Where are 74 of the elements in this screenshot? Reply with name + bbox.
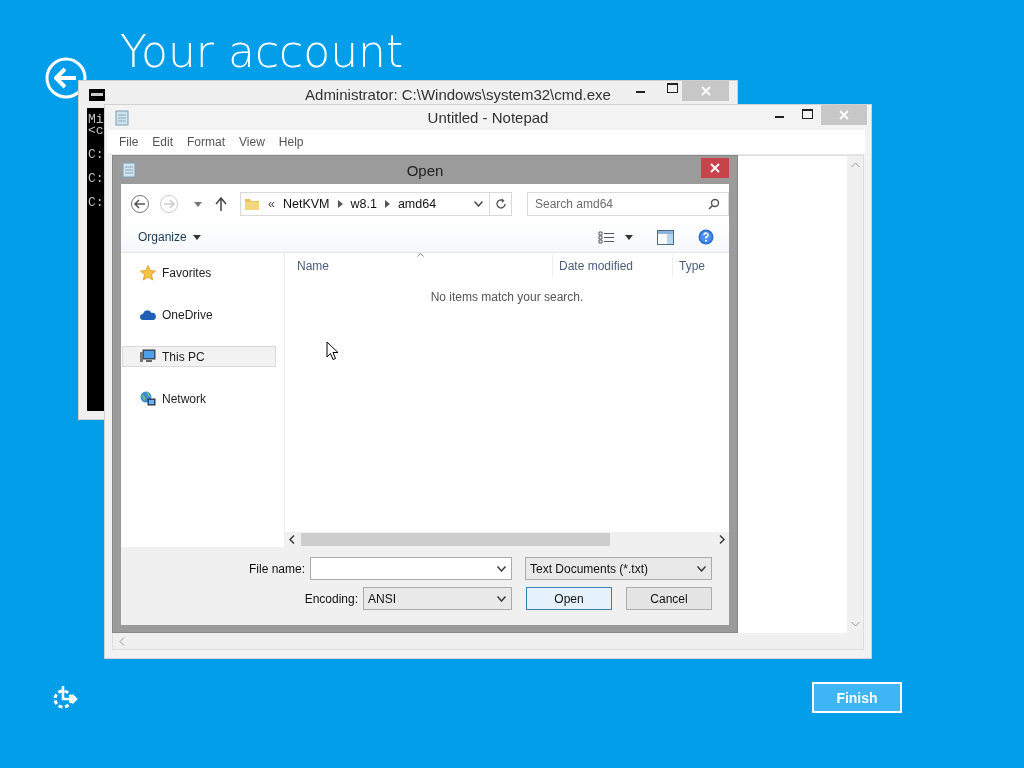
chevron-down-icon [497, 565, 506, 572]
search-icon [708, 198, 720, 210]
breadcrumb-item[interactable]: amd64 [397, 197, 437, 211]
chevron-down-icon [497, 595, 506, 602]
console-line: Mi [87, 114, 104, 125]
page-title: Your account [120, 30, 404, 74]
close-icon [700, 86, 711, 96]
console-line: C: [87, 197, 104, 208]
help-icon[interactable] [698, 229, 714, 245]
scroll-up-icon [850, 162, 860, 168]
file-type-dropdown[interactable]: Text Documents (*.txt) [525, 557, 712, 580]
console-line: C: [87, 149, 104, 160]
console-icon [89, 88, 105, 101]
notepad-icon [115, 109, 129, 126]
breadcrumb-item[interactable]: w8.1 [350, 197, 377, 211]
up-arrow-icon[interactable] [215, 197, 227, 211]
column-header[interactable]: Name [285, 254, 552, 278]
refresh-icon [494, 198, 507, 210]
nav-item[interactable]: Network [122, 388, 276, 409]
notepad-icon [122, 162, 136, 178]
scroll-down-icon [850, 621, 860, 627]
encoding-dropdown[interactable]: ANSI [363, 587, 512, 610]
computer-icon [140, 349, 156, 364]
back-icon[interactable] [130, 194, 150, 214]
chevron-down-icon [697, 565, 706, 572]
preview-pane-icon[interactable] [657, 229, 674, 245]
dialog-title: Open [406, 161, 444, 179]
breadcrumb-arrow-icon[interactable] [337, 200, 343, 208]
horizontal-scrollbar[interactable] [285, 532, 729, 547]
menu-item[interactable]: Edit [146, 135, 182, 149]
overflow-chevron[interactable]: « [268, 197, 275, 211]
breadcrumb-arrow-icon[interactable] [384, 200, 390, 208]
view-list-icon[interactable] [598, 230, 615, 244]
breadcrumb-item[interactable]: NetKVM [282, 197, 330, 211]
scroll-left-icon [119, 636, 125, 646]
nav-item[interactable]: Favorites [122, 262, 276, 283]
caret-icon [192, 234, 201, 240]
menu-item[interactable]: File [113, 135, 147, 149]
column-header[interactable]: Date modified [552, 254, 672, 278]
folder-icon [244, 196, 260, 212]
maximize-icon[interactable] [802, 109, 813, 119]
refresh-button[interactable] [490, 192, 512, 216]
maximize-icon[interactable] [667, 83, 678, 93]
scroll-left-icon [289, 535, 295, 544]
open-button[interactable]: Open [526, 587, 612, 610]
menu-item[interactable]: Format [181, 135, 234, 149]
scroll-right-icon [719, 535, 725, 544]
console-line: C: [87, 173, 104, 184]
close-icon [710, 163, 720, 173]
close-button[interactable] [701, 158, 729, 178]
search-field[interactable]: Search amd64 [527, 192, 729, 216]
nav-item[interactable]: This PC [122, 346, 276, 367]
window-title: Untitled - Notepad [427, 109, 549, 126]
cancel-button[interactable]: Cancel [626, 587, 712, 610]
nav-item[interactable]: OneDrive [122, 304, 276, 325]
organize-menu[interactable]: Organize [138, 230, 201, 244]
close-icon [839, 110, 849, 120]
column-header[interactable]: Type [672, 254, 729, 278]
address-bar[interactable]: « NetKVM w8.1 amd64 [240, 192, 490, 216]
console-line: <c [87, 125, 104, 136]
cloud-icon [140, 308, 156, 321]
menu-item[interactable]: View [233, 135, 273, 149]
ease-of-access-icon[interactable] [52, 683, 80, 711]
dropdown-icon[interactable] [474, 201, 483, 207]
pointer-icon [326, 341, 339, 361]
file-name-field[interactable] [310, 557, 512, 580]
menu-item[interactable]: Help [272, 135, 312, 149]
field-label: File name: [248, 561, 305, 576]
window-title: Administrator: C:\Windows\system32\cmd.exe [305, 86, 611, 103]
caret-icon[interactable] [625, 234, 633, 240]
star-icon [140, 264, 156, 281]
network-icon [140, 390, 156, 407]
field-label: Encoding: [304, 591, 358, 606]
empty-message: No items match your search. [430, 290, 584, 304]
